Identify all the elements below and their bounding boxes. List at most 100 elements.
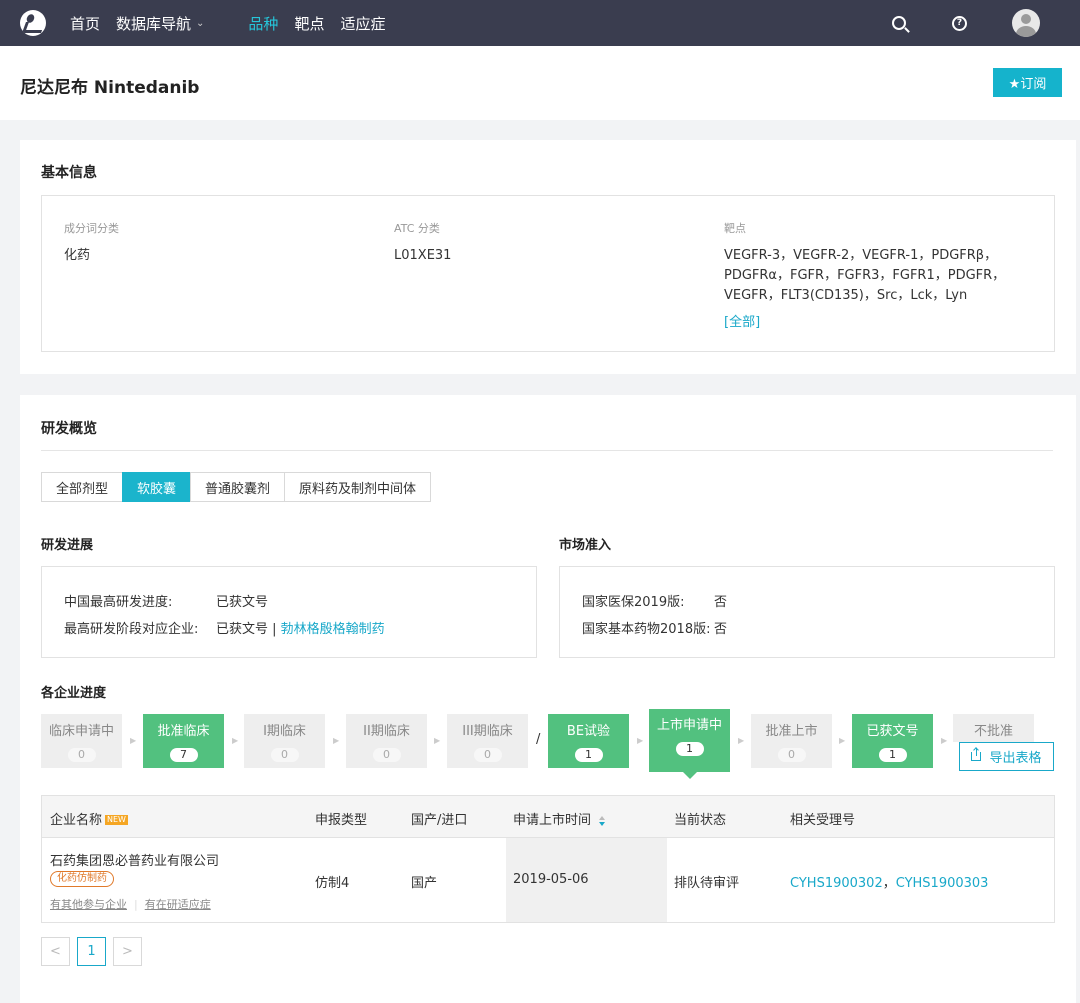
stage-label: 上市申请中 <box>656 718 722 733</box>
stage-clinical-approved[interactable]: 批准临床 7 <box>143 714 224 768</box>
nav-item-indication[interactable]: 适应症 <box>340 13 385 34</box>
highest-progress: 中国最高研发进度: 已获文号 <box>64 591 268 610</box>
receipt-link[interactable]: CYHS1900302 <box>790 876 883 891</box>
highest-company-label: 最高研发阶段对应企业: <box>64 622 199 637</box>
stage-market-approved[interactable]: 批准上市 0 <box>751 714 832 768</box>
company-name-link[interactable]: 石药集团恩必普药业有限公司 <box>50 850 219 869</box>
stage-count: 1 <box>574 748 603 762</box>
target-line: VEGFR-3，VEGFR-2，VEGFR-1，PDGFRβ， <box>724 248 998 263</box>
cell-status: 排队待审评 <box>674 876 740 891</box>
nrdl-value: 否 <box>714 595 728 610</box>
tab-soft-capsule[interactable]: 软胶囊 <box>122 472 192 502</box>
stage-phase-2[interactable]: II期临床 0 <box>346 714 427 768</box>
nav-item-home[interactable]: 首页 <box>70 13 100 34</box>
other-companies-link[interactable]: 有其他参与企业 <box>50 898 127 911</box>
target-col: 靶点 VEGFR-3，VEGFR-2，VEGFR-1，PDGFRβ， PDGFR… <box>724 220 1005 333</box>
search-icon[interactable] <box>892 16 906 30</box>
stage-licensed[interactable]: 已获文号 1 <box>852 714 933 768</box>
stage-count: 1 <box>675 742 704 756</box>
sort-icon[interactable] <box>599 815 606 827</box>
arrow-icon: ▶ <box>130 736 137 745</box>
avatar[interactable] <box>1012 9 1040 37</box>
stage-count: 0 <box>777 748 806 762</box>
cell-type: 仿制4 <box>315 876 350 891</box>
basic-info-title: 基本信息 <box>41 165 97 181</box>
stage-separator: / <box>536 732 541 747</box>
arrow-icon: ▶ <box>941 736 948 745</box>
arrow-icon: ▶ <box>637 736 644 745</box>
arrow-icon: ▶ <box>434 736 441 745</box>
stage-market-application[interactable]: 上市申请中 1 <box>649 709 730 779</box>
page-button[interactable]: 1 <box>77 937 106 966</box>
stage-label: BE试验 <box>566 724 611 739</box>
nav-item-label: 首页 <box>70 14 101 33</box>
nav-item-label: 数据库导航 <box>116 14 192 33</box>
company-link[interactable]: 勃林格殷格翰制药 <box>281 622 385 637</box>
subscribe-button[interactable]: ★订阅 <box>993 68 1062 97</box>
nrdl-label: 国家医保2019版: <box>582 595 685 610</box>
atc-col: ATC 分类 L01XE31 <box>394 220 451 266</box>
nav-item-label: 品种 <box>248 14 279 33</box>
stage-count: 0 <box>67 748 96 762</box>
all-targets-link[interactable]: [全部] <box>724 313 1005 333</box>
th-label: 企业名称 <box>50 813 103 828</box>
category-value: 化药 <box>64 248 91 263</box>
nav-right: ? <box>892 0 1040 46</box>
cell-date: 2019-05-06 <box>513 872 589 887</box>
progress-title: 研发进展 <box>41 538 94 553</box>
stage-be-trial[interactable]: BE试验 1 <box>548 714 629 768</box>
nrdl: 国家医保2019版: 否 <box>582 591 727 610</box>
page-title: 尼达尼布 Nintedanib <box>20 78 200 98</box>
cell-origin: 国产 <box>411 876 438 891</box>
tab-api[interactable]: 原料药及制剂中间体 <box>284 472 432 502</box>
arrow-icon: ▶ <box>333 736 340 745</box>
overview-title: 研发概览 <box>41 421 97 437</box>
stage-phase-1[interactable]: I期临床 0 <box>244 714 325 768</box>
stage-rejected[interactable]: 不批准 <box>953 714 1034 742</box>
logo-icon[interactable] <box>20 10 46 36</box>
receipt-link[interactable]: CYHS1900303 <box>896 876 989 891</box>
market-title: 市场准入 <box>559 538 612 553</box>
th-status: 当前状态 <box>674 813 727 828</box>
atc-label: ATC 分类 <box>394 222 440 235</box>
category-col: 成分词分类 化药 <box>64 220 119 266</box>
stage-count: 1 <box>878 748 907 762</box>
export-button[interactable]: 导出表格 <box>959 742 1054 771</box>
top-nav: 首页 数据库导航 ⌄ 品种 靶点 适应症 ? <box>0 0 1080 46</box>
arrow-icon: ▶ <box>232 736 239 745</box>
nav-item-label: 适应症 <box>340 14 386 33</box>
export-label: 导出表格 <box>989 751 1042 766</box>
stage-label: 批准上市 <box>765 724 818 739</box>
tab-capsule[interactable]: 普通胶囊剂 <box>190 472 286 502</box>
cell-receipts: CYHS1900302，CYHS1900303 <box>790 872 988 891</box>
indications-link[interactable]: 有在研适应症 <box>145 898 211 911</box>
highest-company: 最高研发阶段对应企业: 已获文号 | 勃林格殷格翰制药 <box>64 618 385 637</box>
divider <box>41 450 1053 451</box>
stage-clinical-application[interactable]: 临床申请中 0 <box>41 714 122 768</box>
category-label: 成分词分类 <box>64 222 119 235</box>
target-label: 靶点 <box>724 222 746 235</box>
company-progress-title: 各企业进度 <box>41 686 107 701</box>
stage-label: 已获文号 <box>866 724 919 739</box>
th-company: 企业名称 NEW <box>50 809 128 828</box>
table-header: 企业名称 NEW 申报类型 国产/进口 申请上市时间 当前状态 相关受理号 <box>42 796 1054 838</box>
stage-count: 0 <box>270 748 299 762</box>
nav-item-target[interactable]: 靶点 <box>294 13 324 34</box>
eml-value: 否 <box>714 622 728 637</box>
stage-phase-3[interactable]: III期临床 0 <box>447 714 528 768</box>
receipt-separator: ， <box>882 876 896 891</box>
market-box: 国家医保2019版: 否 国家基本药物2018版: 否 <box>559 566 1055 658</box>
nav-item-database[interactable]: 数据库导航 ⌄ <box>116 13 204 34</box>
tab-all-forms[interactable]: 全部剂型 <box>41 472 124 502</box>
next-page-button[interactable]: > <box>113 937 142 966</box>
upload-icon <box>971 748 982 761</box>
atc-value: L01XE31 <box>394 248 452 263</box>
dosage-tabs: 全部剂型 软胶囊 普通胶囊剂 原料药及制剂中间体 <box>41 472 432 502</box>
th-date[interactable]: 申请上市时间 <box>513 809 606 828</box>
th-origin: 国产/进口 <box>411 813 468 828</box>
prev-page-button[interactable]: < <box>41 937 70 966</box>
help-icon[interactable]: ? <box>952 15 967 31</box>
highest-progress-value: 已获文号 <box>216 595 269 610</box>
progress-box: 中国最高研发进度: 已获文号 最高研发阶段对应企业: 已获文号 | 勃林格殷格翰制药 <box>41 566 537 658</box>
nav-item-drug[interactable]: 品种 <box>248 13 278 34</box>
